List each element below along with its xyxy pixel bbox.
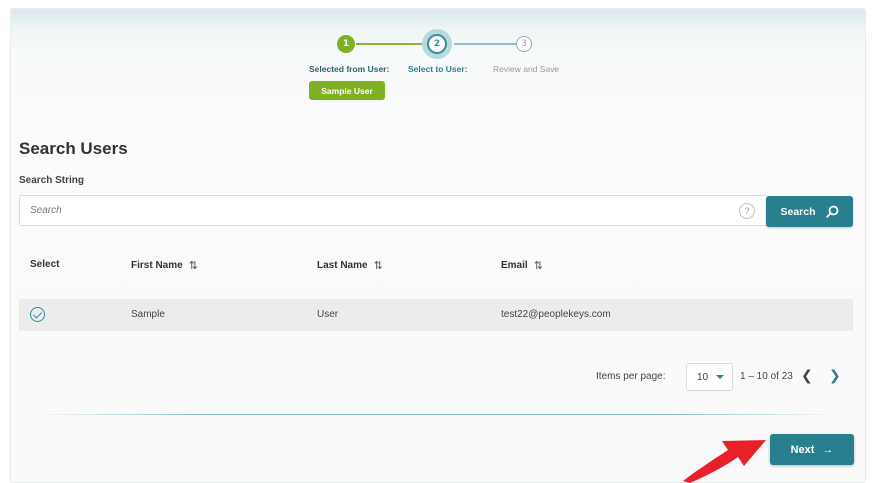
selected-user-chip: Sample User xyxy=(309,81,385,100)
step-3-indicator: 3 xyxy=(516,36,532,52)
search-button-label: Search xyxy=(780,205,816,218)
step-1-indicator: 1 xyxy=(337,35,355,53)
search-icon xyxy=(825,205,838,218)
step-2-label: Select to User: xyxy=(408,64,468,74)
step-3-label: Review and Save xyxy=(493,64,560,74)
header-last-name-label: Last Name xyxy=(317,260,368,271)
header-select: Select xyxy=(30,259,59,270)
footer-divider xyxy=(31,414,841,415)
search-input[interactable] xyxy=(30,196,720,225)
items-per-page-label: Items per page: xyxy=(596,371,666,382)
table-header: Select First Name ⇅ Last Name ⇅ Email ⇅ xyxy=(19,249,853,283)
search-field: ? xyxy=(19,195,768,226)
step-2-indicator: 2 xyxy=(427,34,447,54)
sort-icon[interactable]: ⇅ xyxy=(189,259,198,272)
next-button[interactable]: Next → xyxy=(770,434,854,465)
header-first-name[interactable]: First Name ⇅ xyxy=(131,259,198,272)
step-1-label: Selected from User: xyxy=(309,64,390,74)
arrow-right-icon: → xyxy=(822,443,834,456)
page-size-select[interactable]: 10 xyxy=(686,363,733,391)
cell-last-name: User xyxy=(317,309,339,320)
header-select-label: Select xyxy=(30,259,60,270)
cell-first-name: Sample xyxy=(131,309,165,320)
table-row[interactable]: Sample User test22@peoplekeys.com xyxy=(19,299,853,331)
page-title: Search Users xyxy=(19,139,128,158)
next-page-icon[interactable]: ❯ xyxy=(829,367,841,384)
previous-page-icon[interactable]: ❮ xyxy=(801,367,813,384)
header-email-label: Email xyxy=(501,260,528,271)
selected-check-icon[interactable] xyxy=(30,307,45,322)
header-first-name-label: First Name xyxy=(131,260,183,271)
header-email[interactable]: Email ⇅ xyxy=(501,259,543,272)
help-icon[interactable]: ? xyxy=(739,203,755,219)
page-size-value: 10 xyxy=(697,371,709,383)
next-button-label: Next xyxy=(790,443,815,456)
page-range-label: 1 – 10 of 23 xyxy=(740,371,793,382)
header-last-name[interactable]: Last Name ⇅ xyxy=(317,259,383,272)
sort-icon[interactable]: ⇅ xyxy=(374,259,383,272)
paginator: Items per page: 10 1 – 10 of 23 ❮ ❯ xyxy=(11,362,865,392)
cell-email: test22@peoplekeys.com xyxy=(501,309,611,320)
search-button[interactable]: Search xyxy=(766,196,853,227)
search-string-label: Search String xyxy=(19,175,85,186)
stepper: 1 2 3 Selected from User: Select to User… xyxy=(11,9,865,119)
sort-icon[interactable]: ⇅ xyxy=(534,259,543,272)
user-copy-card: 1 2 3 Selected from User: Select to User… xyxy=(10,8,866,483)
caret-down-icon xyxy=(716,375,725,379)
